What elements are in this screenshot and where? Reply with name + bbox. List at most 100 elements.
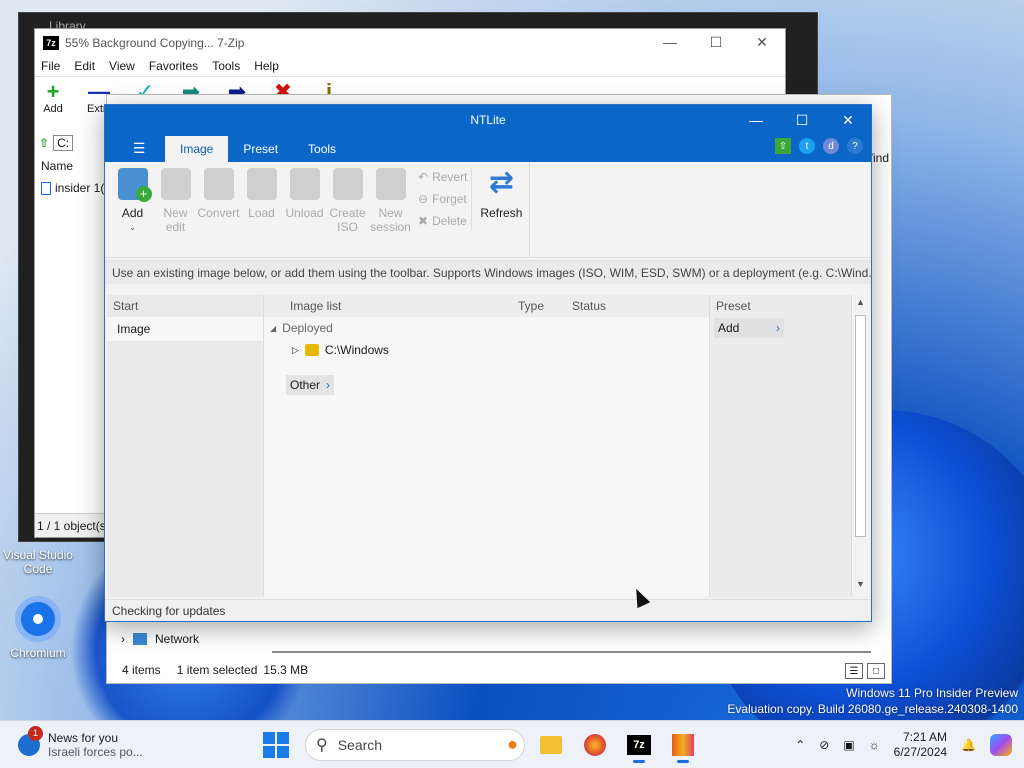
display-icon[interactable]: ▣	[843, 738, 854, 752]
convert-button[interactable]: Convert	[197, 168, 240, 220]
maximize-button[interactable]: ☐	[779, 105, 825, 135]
ntlite-hint: Use an existing image below, or add them…	[105, 260, 871, 284]
tree-item-windows[interactable]: ▷ C:\Windows	[264, 339, 709, 361]
desktop-icon-label: Chromium	[10, 646, 66, 660]
new-session-icon	[375, 168, 406, 200]
sevenzip-titlebar[interactable]: 7z 55% Background Copying... 7-Zip — ☐ ✕	[35, 29, 785, 56]
ntlite-body: Start Image Image list Type Status ◢ Dep…	[107, 295, 869, 597]
update-arrow-icon[interactable]: ⇧	[775, 138, 791, 154]
sevenzip-icon: 7z	[627, 734, 651, 755]
menu-help[interactable]: Help	[254, 59, 279, 73]
refresh-icon: ⇄	[488, 166, 514, 199]
chevron-right-icon: ›	[121, 632, 125, 646]
horizontal-scrollbar[interactable]	[272, 651, 871, 653]
menu-file[interactable]: File	[41, 59, 60, 73]
ntlite-icon	[672, 733, 694, 756]
disc-icon	[332, 168, 363, 200]
revert-button[interactable]: ↶ Revert	[418, 168, 467, 186]
vertical-scrollbar[interactable]: ▲ ▼	[851, 295, 869, 597]
menu-favorites[interactable]: Favorites	[149, 59, 198, 73]
address-field[interactable]: C:	[53, 135, 74, 151]
unload-button[interactable]: Unload	[283, 168, 326, 220]
forget-button[interactable]: ⊖ Forget	[418, 190, 467, 208]
search-placeholder: Search	[337, 736, 383, 753]
twitter-icon[interactable]: t	[799, 138, 815, 154]
minimize-button[interactable]: —	[647, 34, 693, 51]
load-button[interactable]: Load	[240, 168, 283, 220]
scroll-down-icon[interactable]: ▼	[852, 579, 869, 595]
chromium-icon	[15, 596, 61, 642]
tiles-view-button[interactable]: □	[867, 663, 885, 679]
tab-tools[interactable]: Tools	[293, 136, 351, 162]
clock-date: 6/27/2024	[893, 744, 948, 759]
ntlite-titlebar[interactable]: NTLite — ☐ ✕	[105, 105, 871, 135]
column-type[interactable]: Type	[518, 295, 572, 317]
up-folder-icon[interactable]: ⇧	[39, 136, 49, 150]
column-image-list[interactable]: Image list	[264, 295, 518, 317]
chevron-up-icon[interactable]: ⌃	[795, 738, 805, 752]
network-offline-icon[interactable]: ⊘	[819, 738, 829, 752]
status-item-count: 4 items	[122, 663, 161, 677]
other-button[interactable]: Other ›	[286, 375, 335, 395]
ntlite-window[interactable]: NTLite — ☐ ✕ ☰ Image Preset Tools ⇧ t d …	[104, 104, 872, 622]
chevron-right-icon: ›	[776, 321, 780, 335]
copilot-icon[interactable]	[990, 733, 1012, 756]
watermark-edition: Windows 11 Pro Insider Preview	[846, 686, 1018, 700]
taskbar: 1 News for you Israeli forces po... ⚲ Se…	[0, 720, 1024, 768]
minimize-button[interactable]: —	[733, 105, 779, 135]
menu-edit[interactable]: Edit	[74, 59, 95, 73]
help-icon[interactable]: ?	[847, 138, 863, 154]
maximize-button[interactable]: ☐	[693, 34, 739, 51]
create-iso-button[interactable]: Create ISO	[326, 168, 369, 234]
clock[interactable]: 7:21 AM 6/27/2024	[894, 730, 947, 760]
status-size: 15.3 MB	[263, 663, 309, 677]
scrollbar-thumb[interactable]	[855, 315, 866, 537]
close-button[interactable]: ✕	[825, 105, 871, 135]
firefox-taskbar-button[interactable]	[577, 727, 613, 763]
desktop-icon-chromium[interactable]: Chromium	[2, 596, 74, 660]
preset-add-button[interactable]: Add ›	[714, 318, 784, 338]
refresh-button[interactable]: ⇄ Refresh	[476, 166, 526, 221]
sidebar-item-image[interactable]: Image	[107, 317, 263, 341]
accessibility-icon[interactable]: ☼	[869, 738, 880, 752]
convert-label: Convert	[197, 206, 240, 220]
sevenzip-address[interactable]: ⇧ C:	[35, 131, 105, 155]
sevenzip-taskbar-button[interactable]: 7z	[621, 727, 657, 763]
image-list-header: Image list Type Status	[264, 295, 709, 317]
tree-group-deployed[interactable]: ◢ Deployed	[264, 317, 709, 339]
search-box[interactable]: ⚲ Search ●	[305, 728, 525, 761]
file-explorer-taskbar-button[interactable]	[533, 727, 569, 763]
news-widget[interactable]: 1 News for you Israeli forces po...	[0, 725, 250, 759]
menu-tools[interactable]: Tools	[212, 59, 240, 73]
discord-icon[interactable]: d	[823, 138, 839, 154]
ntlite-taskbar-button[interactable]	[665, 727, 701, 763]
add-button[interactable]: + Add	[41, 81, 65, 119]
tab-preset[interactable]: Preset	[228, 136, 293, 162]
list-item[interactable]: insider 1(	[41, 181, 104, 195]
sidebar-item-network[interactable]: › Network	[107, 625, 267, 653]
column-name[interactable]: Name	[41, 159, 73, 173]
new-edit-label: New edit	[163, 206, 188, 234]
refresh-label: Refresh	[480, 206, 523, 220]
add-image-icon: +	[117, 168, 152, 202]
details-view-button[interactable]: ☰	[845, 663, 863, 679]
sevenzip-title: 55% Background Copying... 7-Zip	[65, 35, 245, 50]
image-list-panel: Image list Type Status ◢ Deployed ▷ C:\W…	[263, 295, 709, 597]
hamburger-menu-icon[interactable]: ☰	[113, 135, 165, 162]
scroll-up-icon[interactable]: ▲	[852, 297, 869, 313]
file-icon	[41, 181, 51, 195]
delete-button[interactable]: ✖ Delete	[418, 212, 467, 230]
close-button[interactable]: ✕	[739, 34, 785, 51]
ntlite-ribbon: + Add ⌄ New edit Convert Load Unload Cre…	[105, 162, 871, 258]
column-status[interactable]: Status	[572, 295, 606, 317]
add-image-button[interactable]: + Add ⌄	[111, 168, 154, 234]
add-label: Add	[121, 206, 144, 220]
desktop-icon-vscode[interactable]: Visual Studio Code	[2, 548, 74, 576]
menu-view[interactable]: View	[109, 59, 135, 73]
start-button[interactable]	[263, 731, 289, 758]
new-edit-button[interactable]: New edit	[154, 168, 197, 234]
new-session-button[interactable]: New session	[369, 168, 412, 234]
start-panel: Start Image	[107, 295, 263, 597]
tab-image[interactable]: Image	[165, 136, 229, 162]
notification-bell-icon[interactable]: 🔔	[961, 738, 976, 752]
